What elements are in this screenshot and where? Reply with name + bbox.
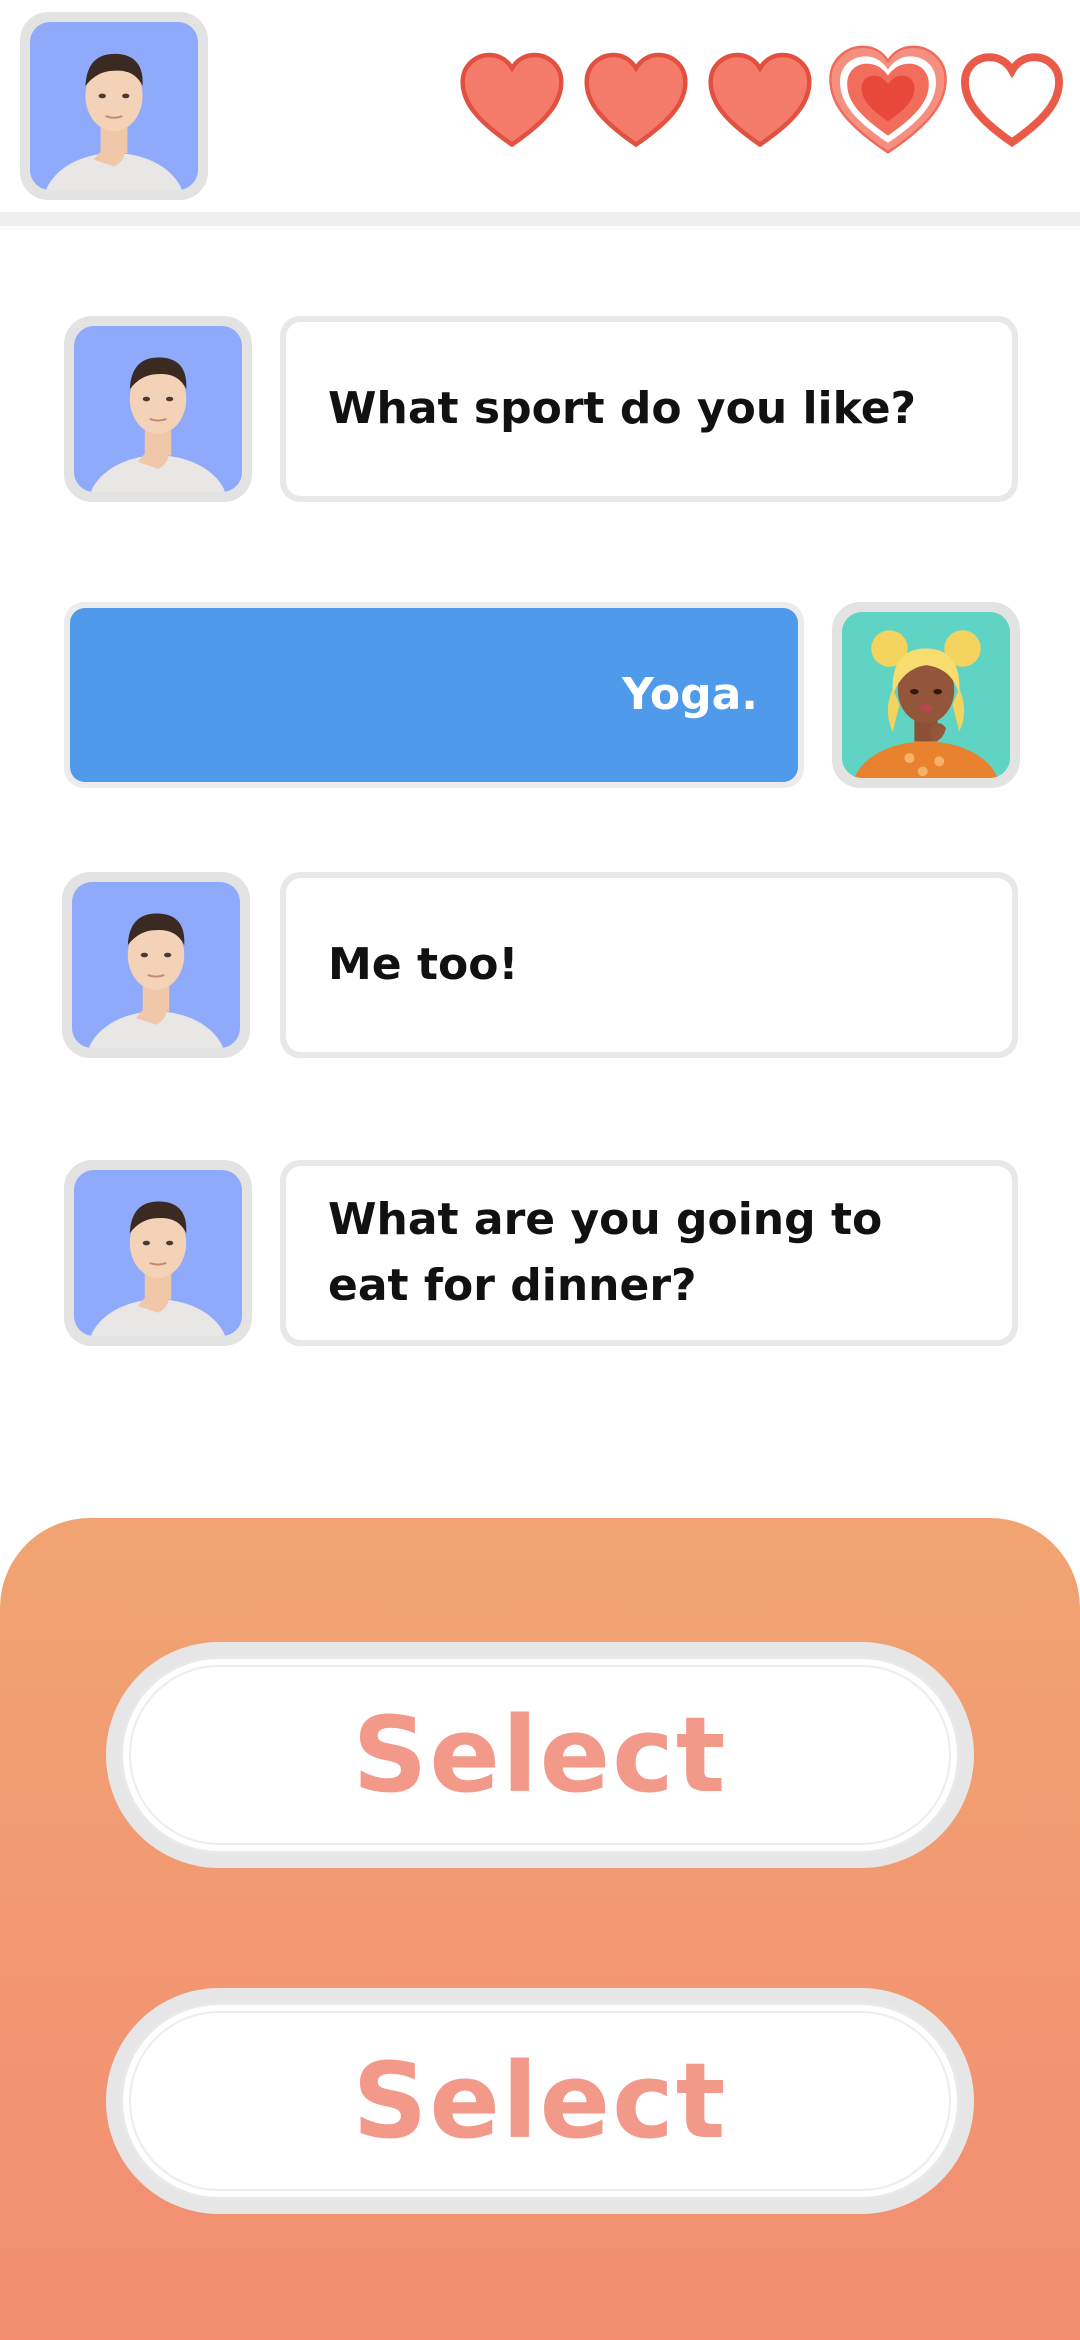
partner-message-bubble: What are you going to eat for dinner? — [280, 1160, 1018, 1346]
message-text: What sport do you like? — [286, 322, 1012, 496]
game-screen: What sport do you like? Yoga. Me too! Wh… — [0, 0, 1080, 2340]
male-character-icon — [74, 326, 242, 492]
partner-avatar — [62, 872, 250, 1058]
heart-icon-1 — [456, 46, 568, 158]
heart-icon-5 — [956, 46, 1068, 158]
select-button-face[interactable]: Select — [120, 2002, 960, 2200]
female-character-icon — [842, 612, 1010, 778]
select-button-face[interactable]: Select — [120, 1656, 960, 1854]
partner-avatar — [64, 316, 252, 502]
header-divider — [0, 212, 1080, 226]
partner-message-bubble: Me too! — [280, 872, 1018, 1058]
select-button-1[interactable]: Select — [106, 1642, 974, 1868]
male-character-icon — [30, 22, 198, 190]
select-button-2[interactable]: Select — [106, 1988, 974, 2214]
message-text: Yoga. — [70, 608, 798, 782]
partner-avatar — [64, 1160, 252, 1346]
heart-icon-3 — [704, 46, 816, 158]
affection-meter — [456, 45, 1068, 166]
heart-icon-2 — [580, 46, 692, 158]
header-bar — [0, 0, 1080, 212]
heart-icon-4 — [828, 42, 948, 162]
select-button-label: Select — [352, 2040, 728, 2162]
choice-panel: Select Select — [0, 1518, 1080, 2340]
partner-avatar — [20, 12, 208, 200]
player-avatar — [832, 602, 1020, 788]
message-text: What are you going to eat for dinner? — [286, 1166, 1012, 1340]
male-character-icon — [74, 1170, 242, 1336]
select-button-label: Select — [352, 1694, 728, 1816]
player-message-bubble: Yoga. — [64, 602, 804, 788]
partner-message-bubble: What sport do you like? — [280, 316, 1018, 502]
message-text: Me too! — [286, 878, 1012, 1052]
male-character-icon — [72, 882, 240, 1048]
